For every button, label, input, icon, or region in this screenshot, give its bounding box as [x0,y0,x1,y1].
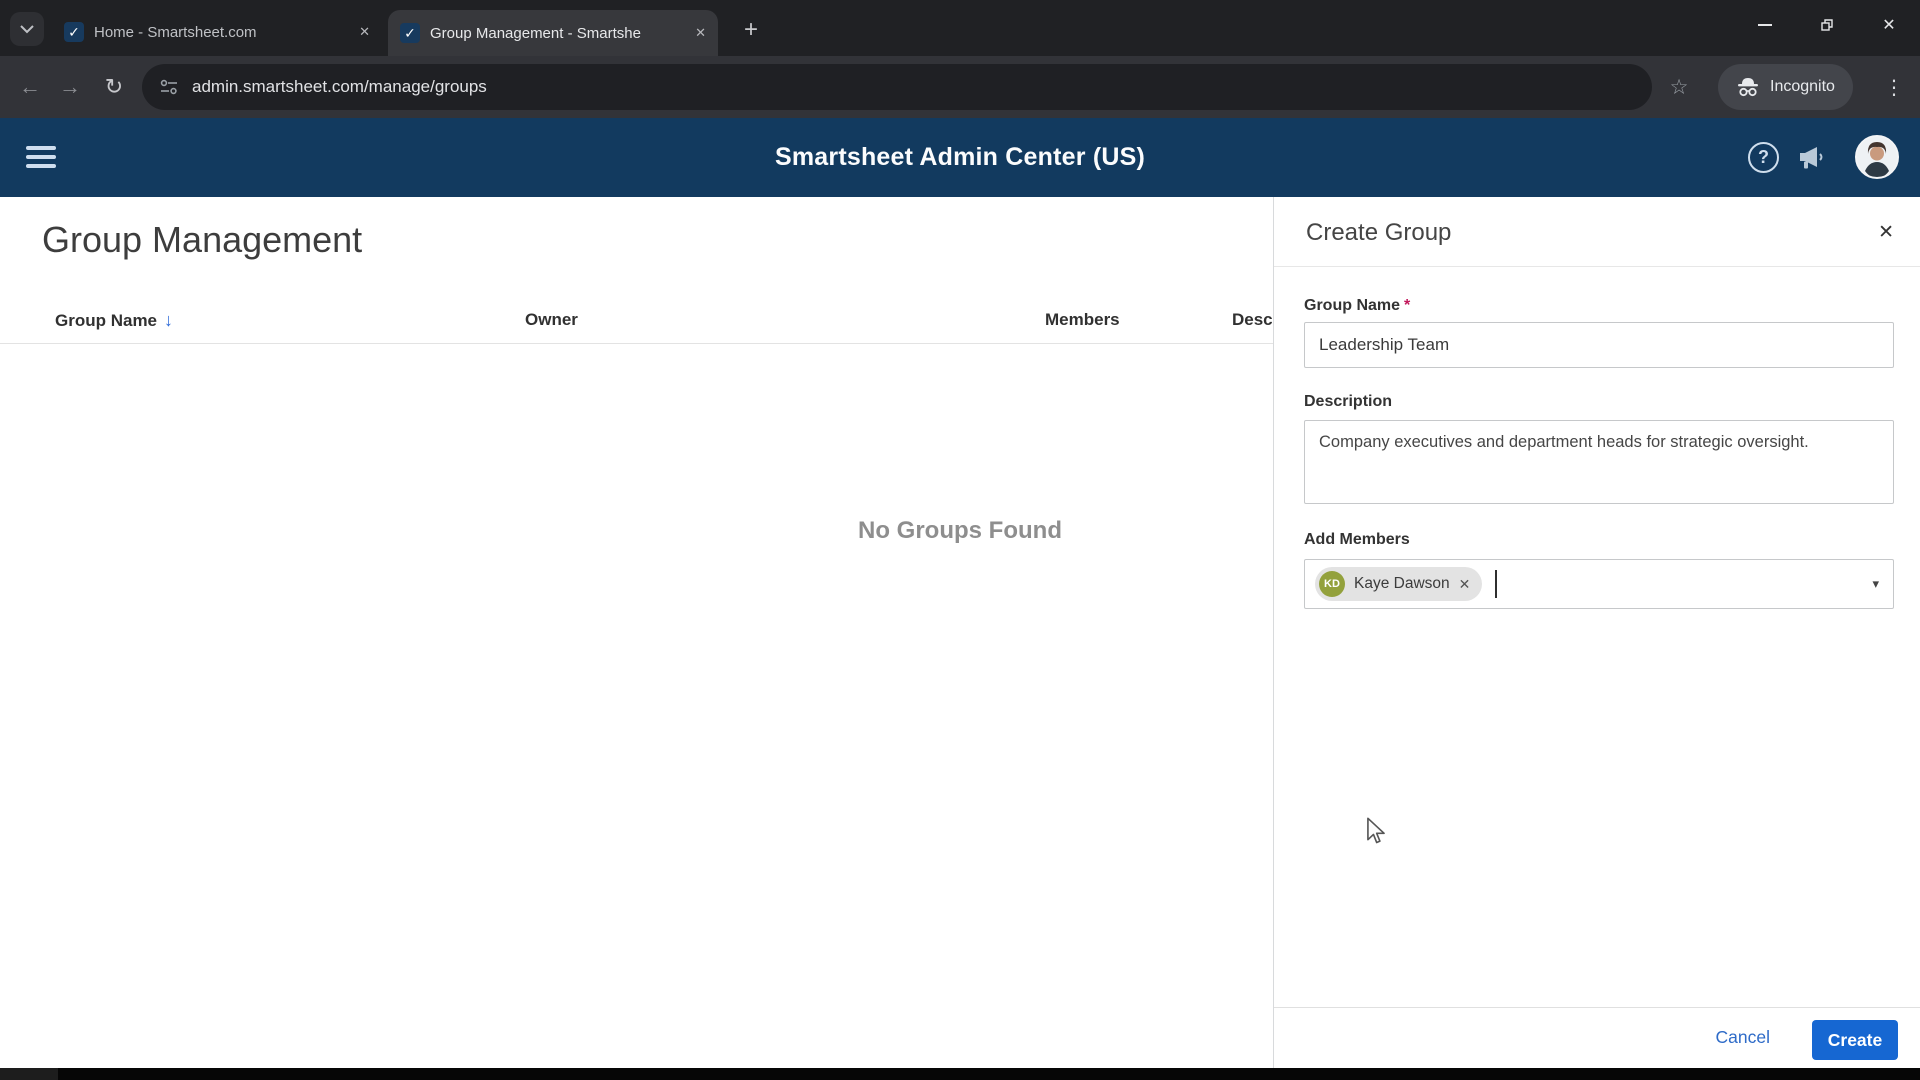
tab-group-management[interactable]: ✓ Group Management - Smartshe ✕ [388,10,718,56]
tab-title: Home - Smartsheet.com [94,24,349,41]
back-button[interactable]: ← [12,56,48,118]
panel-header: Create Group ✕ [1274,197,1920,267]
user-avatar[interactable] [1855,135,1899,179]
minimize-icon [1758,24,1772,26]
add-members-input[interactable]: KD Kaye Dawson ✕ ▾ [1304,559,1894,609]
group-name-input[interactable]: Leadership Team [1304,322,1894,368]
address-bar[interactable]: admin.smartsheet.com/manage/groups [142,64,1652,110]
bookmark-star-icon[interactable]: ☆ [1662,56,1696,118]
text-cursor [1495,570,1497,598]
tab-close-icon[interactable]: ✕ [359,24,370,40]
bottom-bar-segment [0,1068,58,1080]
panel-title: Create Group [1306,219,1451,247]
new-tab-button[interactable]: + [735,14,767,46]
tab-close-icon[interactable]: ✕ [695,25,706,41]
sort-descending-icon[interactable]: ↓ [164,310,173,331]
avatar-image [1857,137,1897,177]
panel-footer-divider [1274,1007,1920,1008]
description-textarea[interactable]: Company executives and department heads … [1304,420,1894,504]
screen-bottom-bar [0,1068,1920,1080]
tab-home[interactable]: ✓ Home - Smartsheet.com ✕ [52,12,382,52]
mouse-cursor [1362,816,1390,846]
smartsheet-favicon-icon: ✓ [64,22,84,42]
site-settings-icon[interactable] [160,79,178,95]
group-name-value: Leadership Team [1319,335,1449,355]
tab-search-button[interactable] [10,12,44,46]
tab-strip: ✓ Home - Smartsheet.com ✕ ✓ Group Manage… [0,0,1920,56]
incognito-badge: Incognito [1718,64,1853,110]
close-panel-icon[interactable]: ✕ [1878,221,1894,244]
groups-table-header: Group Name ↓ Owner Members Desc [0,302,1273,344]
column-description[interactable]: Desc [1232,310,1273,330]
add-members-label: Add Members [1304,531,1410,549]
admin-center-header: Smartsheet Admin Center (US) ? [0,118,1920,197]
incognito-label: Incognito [1770,78,1835,96]
close-window-button[interactable]: ✕ [1858,0,1920,50]
browser-menu-icon[interactable]: ⋮ [1876,56,1912,118]
create-button[interactable]: Create [1812,1020,1898,1060]
page-title: Group Management [42,219,362,261]
chevron-down-icon [20,25,34,34]
description-value: Company executives and department heads … [1319,431,1809,453]
column-label: Group Name [55,311,157,331]
browser-window: ✓ Home - Smartsheet.com ✕ ✓ Group Manage… [0,0,1920,1080]
dropdown-caret-icon[interactable]: ▾ [1872,576,1879,592]
restore-icon [1819,17,1835,33]
megaphone-icon [1797,144,1825,170]
member-initials-avatar: KD [1319,571,1345,597]
announcements-button[interactable] [1797,144,1825,175]
member-chip[interactable]: KD Kaye Dawson ✕ [1315,567,1482,601]
minimize-button[interactable] [1734,0,1796,50]
tab-title: Group Management - Smartshe [430,25,685,42]
url-text[interactable]: admin.smartsheet.com/manage/groups [192,77,487,97]
column-group-name[interactable]: Group Name ↓ [55,310,173,331]
remove-member-icon[interactable]: ✕ [1459,576,1471,593]
required-marker: * [1404,297,1410,314]
app-title: Smartsheet Admin Center (US) [0,118,1920,197]
help-button[interactable]: ? [1748,142,1779,173]
close-icon: ✕ [1882,15,1895,35]
browser-toolbar: ← → ↻ admin.smartsheet.com/manage/groups… [0,56,1920,118]
incognito-icon [1736,76,1760,98]
create-group-panel: Create Group ✕ Group Name* Leadership Te… [1273,197,1920,1068]
question-icon: ? [1758,147,1769,168]
column-members[interactable]: Members [1045,310,1120,330]
label-text: Group Name [1304,297,1400,314]
restore-button[interactable] [1796,0,1858,50]
description-label: Description [1304,393,1392,411]
window-controls: ✕ [1734,0,1920,50]
reload-button[interactable]: ↻ [96,56,132,118]
member-name: Kaye Dawson [1354,575,1450,593]
forward-button[interactable]: → [52,56,88,118]
cancel-button[interactable]: Cancel [1706,1019,1780,1056]
group-name-label: Group Name* [1304,297,1410,315]
smartsheet-favicon-icon: ✓ [400,23,420,43]
column-owner[interactable]: Owner [525,310,578,330]
